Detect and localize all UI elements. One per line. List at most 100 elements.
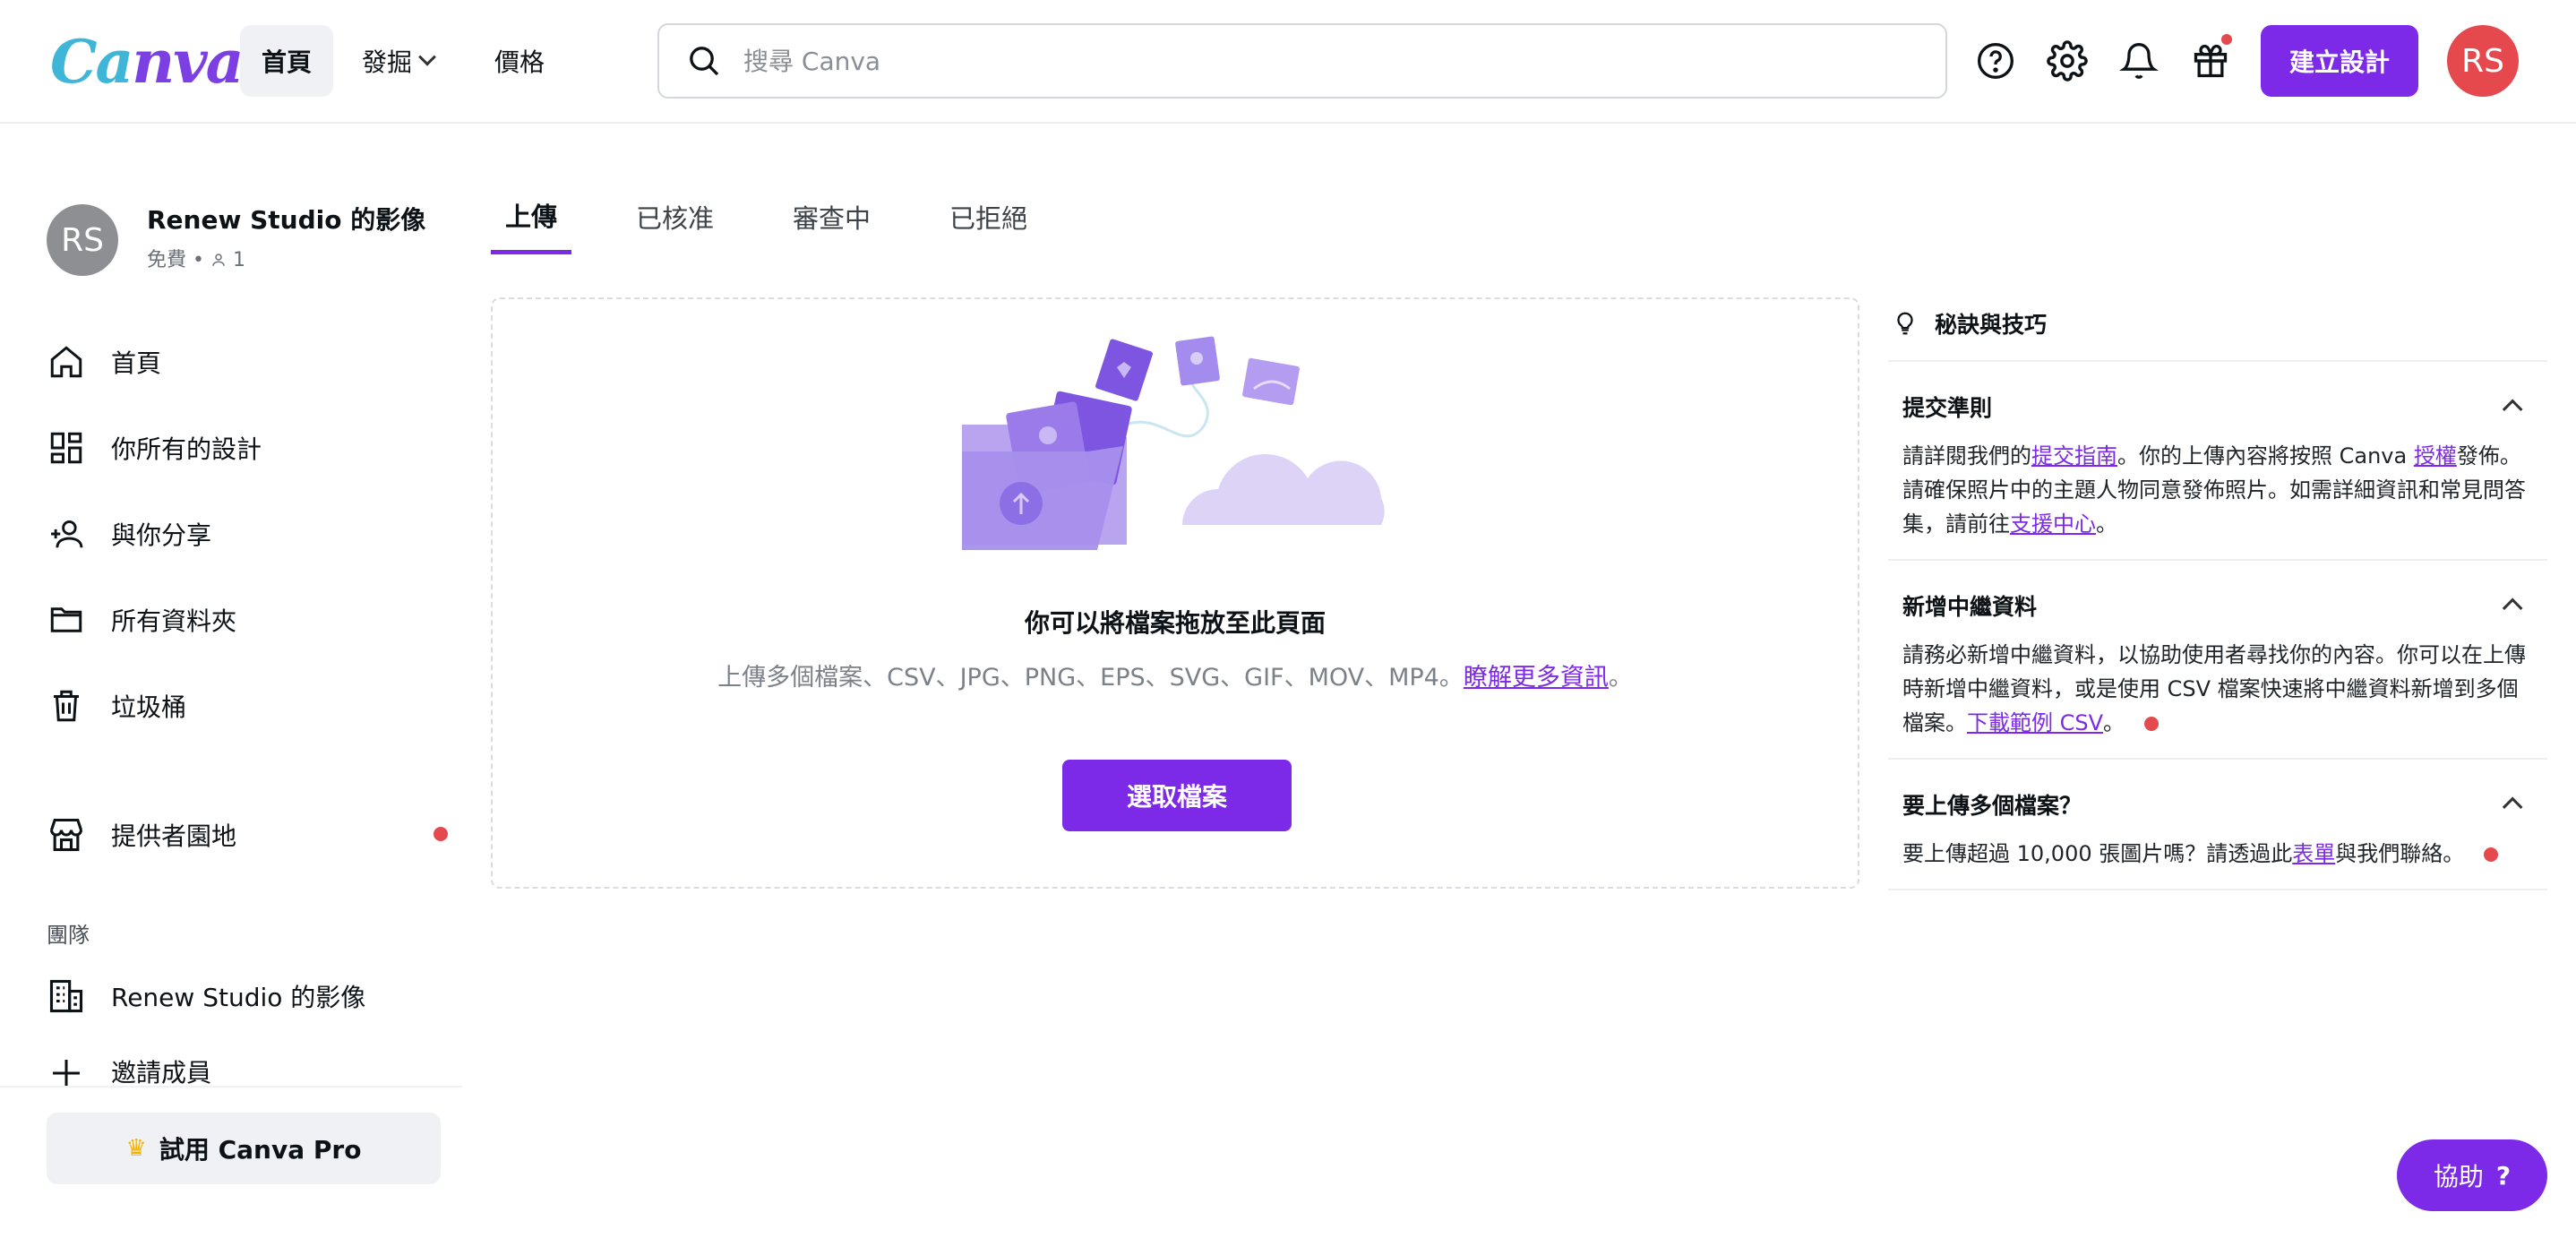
- bulk-upload-text: 要上傳超過 10,000 張圖片嗎？請透過此: [1902, 841, 2293, 866]
- shared-users-icon: [47, 514, 86, 554]
- search-icon: [690, 47, 719, 76]
- accordion-title: 要上傳多個檔案？: [1902, 793, 2082, 819]
- sidebar-item-label: 你所有的設計: [111, 434, 262, 464]
- accordion-title: 提交準則: [1902, 395, 1993, 421]
- logo-text-b: nva: [132, 27, 244, 97]
- team-section-label: 團隊: [47, 923, 90, 948]
- sidebar-item-label: 與你分享: [111, 520, 212, 550]
- help-button[interactable]: 協助?: [2397, 1139, 2547, 1211]
- submission-guide-link[interactable]: 提交指南: [2031, 443, 2117, 469]
- sidebar-item-folders[interactable]: 所有資料夾: [47, 593, 236, 647]
- upload-status-tabs: 上傳 已核准 審查中 已拒絕: [491, 179, 1092, 258]
- nav-home[interactable]: 首頁: [240, 25, 333, 97]
- notification-dot: [2144, 717, 2160, 731]
- building-icon: [47, 976, 86, 1016]
- search-bar[interactable]: [657, 23, 1947, 99]
- subtitle-end: 。: [1608, 664, 1633, 692]
- nav-pricing[interactable]: 價格: [494, 25, 545, 97]
- sidebar-item-team[interactable]: Renew Studio 的影像: [47, 969, 365, 1023]
- notification-bell-icon[interactable]: [2114, 36, 2164, 86]
- sidebar-item-label: 垃圾桶: [111, 692, 187, 722]
- profile-plan: 免費 • 1: [147, 244, 245, 272]
- tips-panel: 秘訣與技巧 提交準則 請詳閱我們的提交指南。你的上傳內容將按照 Canva 授權…: [1888, 287, 2547, 890]
- tab-in-review[interactable]: 審查中: [778, 179, 885, 254]
- contact-form-link[interactable]: 表單: [2292, 841, 2335, 866]
- accordion-body: 請詳閱我們的提交指南。你的上傳內容將按照 Canva 授權發佈。請確保照片中的主…: [1902, 439, 2533, 541]
- help-center-link[interactable]: 支援中心: [2010, 512, 2096, 537]
- provider-notification-dot: [434, 827, 448, 841]
- sidebar-item-label: Renew Studio 的影像: [111, 983, 366, 1012]
- logo-text-a: Ca: [50, 27, 133, 97]
- accordion-header[interactable]: 新增中繼資料: [1902, 579, 2533, 632]
- guideline-text-4: 。: [2096, 512, 2117, 537]
- top-bar: Canva 首頁 發掘 價格 建立設計 RS: [0, 0, 2576, 124]
- sidebar-item-label: 邀請成員: [111, 1058, 212, 1088]
- sidebar-item-label: 提供者園地: [111, 821, 237, 851]
- nav-discover-label: 發掘: [362, 47, 413, 77]
- sidebar-item-all-designs[interactable]: 你所有的設計: [47, 421, 262, 475]
- home-icon: [47, 342, 86, 382]
- dropzone-subtitle: 上傳多個檔案、CSV、JPG、PNG、EPS、SVG、GIF、MOV、MP4。瞭…: [493, 658, 1858, 692]
- accordion-bulk-upload: 要上傳多個檔案？ 要上傳超過 10,000 張圖片嗎？請透過此表單與我們聯絡。: [1888, 760, 2547, 890]
- create-design-button[interactable]: 建立設計: [2261, 25, 2418, 97]
- guideline-text-1: 請詳閱我們的: [1902, 443, 2031, 469]
- profile-name[interactable]: Renew Studio 的影像: [147, 201, 425, 236]
- member-icon: [212, 254, 225, 266]
- bulk-upload-text-end: 與我們聯絡。: [2335, 841, 2465, 866]
- sidebar-item-label: 首頁: [111, 348, 162, 378]
- dropzone-title: 你可以將檔案拖放至此頁面: [1024, 608, 1326, 638]
- plan-label: 免費: [147, 249, 187, 271]
- license-link[interactable]: 授權: [2414, 443, 2457, 469]
- sidebar-item-shared[interactable]: 與你分享: [47, 507, 211, 561]
- trash-icon: [47, 686, 86, 726]
- upload-folder-illustration: [962, 336, 1385, 550]
- chevron-up-icon[interactable]: [2502, 796, 2523, 818]
- accordion-add-metadata: 新增中繼資料 請務必新增中繼資料，以協助使用者尋找你的內容。你可以在上傳時新增中…: [1888, 561, 2547, 760]
- learn-more-link[interactable]: 瞭解更多資訊: [1464, 664, 1609, 692]
- store-icon: [47, 815, 86, 855]
- accordion-body: 請務必新增中繼資料，以協助使用者尋找你的內容。你可以在上傳時新增中繼資料，或是使…: [1902, 638, 2533, 740]
- tab-upload[interactable]: 上傳: [491, 179, 572, 254]
- accordion-header[interactable]: 提交準則: [1902, 380, 2533, 434]
- member-count: 1: [233, 249, 245, 271]
- tips-heading: 秘訣與技巧: [1888, 287, 2547, 362]
- notification-dot: [2484, 847, 2499, 862]
- separator-dot: •: [193, 249, 210, 271]
- help-button-label: 協助: [2433, 1162, 2484, 1191]
- chevron-down-icon: [418, 47, 436, 66]
- sidebar-item-label: 所有資料夾: [111, 606, 237, 636]
- search-input[interactable]: [743, 46, 1908, 76]
- user-avatar[interactable]: RS: [2447, 25, 2519, 97]
- accordion-submission-guidelines: 提交準則 請詳閱我們的提交指南。你的上傳內容將按照 Canva 授權發佈。請確保…: [1888, 362, 2547, 561]
- accordion-body: 要上傳超過 10,000 張圖片嗎？請透過此表單與我們聯絡。: [1902, 837, 2533, 871]
- try-canva-pro-button[interactable]: ♛ 試用 Canva Pro: [47, 1113, 441, 1184]
- grid-icon: [47, 428, 86, 468]
- tab-approved[interactable]: 已核准: [622, 179, 728, 254]
- gift-notification-dot: [2221, 34, 2232, 45]
- plus-icon: [47, 1053, 86, 1089]
- metadata-text-end: 。: [2103, 710, 2125, 735]
- nav-discover[interactable]: 發掘: [362, 25, 436, 97]
- supported-formats-text: 上傳多個檔案、CSV、JPG、PNG、EPS、SVG、GIF、MOV、MP4。: [717, 664, 1464, 692]
- sidebar-item-provider[interactable]: 提供者園地: [47, 808, 236, 862]
- canva-logo[interactable]: Canva: [50, 27, 244, 97]
- profile-avatar[interactable]: RS: [47, 204, 118, 276]
- sidebar-item-home[interactable]: 首頁: [47, 335, 161, 389]
- chevron-up-icon[interactable]: [2502, 598, 2523, 619]
- accordion-title: 新增中繼資料: [1902, 594, 2038, 620]
- download-sample-csv-link[interactable]: 下載範例 CSV: [1967, 710, 2103, 735]
- sidebar: RS Renew Studio 的影像 免費 • 1 首頁 你所有的設計 與你分…: [0, 125, 462, 1238]
- sidebar-item-trash[interactable]: 垃圾桶: [47, 679, 186, 733]
- folder-icon: [47, 600, 86, 640]
- try-pro-label: 試用 Canva Pro: [159, 1135, 362, 1165]
- sidebar-item-invite[interactable]: 邀請成員: [47, 1053, 211, 1089]
- tab-rejected[interactable]: 已拒絕: [935, 179, 1042, 254]
- settings-gear-icon[interactable]: [2042, 36, 2092, 86]
- help-icon[interactable]: [1971, 36, 2021, 86]
- guideline-text-2: 。你的上傳內容將按照 Canva: [2117, 443, 2414, 469]
- gift-icon[interactable]: [2185, 34, 2236, 86]
- upload-dropzone[interactable]: 你可以將檔案拖放至此頁面 上傳多個檔案、CSV、JPG、PNG、EPS、SVG、…: [491, 297, 1859, 889]
- accordion-header[interactable]: 要上傳多個檔案？: [1902, 778, 2533, 831]
- select-files-button[interactable]: 選取檔案: [1062, 760, 1292, 831]
- chevron-up-icon[interactable]: [2502, 399, 2523, 420]
